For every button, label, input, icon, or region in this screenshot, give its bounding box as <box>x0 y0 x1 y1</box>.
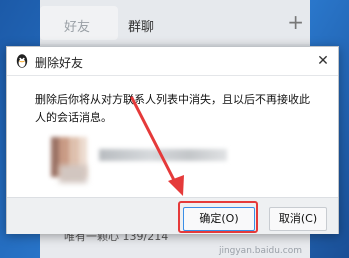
dialog-message: 删除后你将从对方联系人列表中消失，且以后不再接收此人的会话消息。 <box>35 93 310 124</box>
contacts-tab-bar: 好友 群聊 + <box>40 0 310 44</box>
tab-groups[interactable]: 群聊 <box>128 16 154 35</box>
blurred-friend-name <box>99 149 227 161</box>
cancel-button[interactable]: 取消(C) <box>269 207 327 231</box>
blurred-avatar-lower <box>59 165 87 183</box>
close-icon[interactable]: ✕ <box>312 50 334 72</box>
highlight-box <box>178 201 258 233</box>
plus-icon[interactable]: + <box>287 12 304 32</box>
tab-friends[interactable]: 好友 <box>64 16 90 35</box>
dialog-title: 删除好友 <box>35 56 84 70</box>
qq-penguin-icon <box>16 54 28 68</box>
delete-friend-dialog: 删除好友 ✕ 删除后你将从对方联系人列表中消失，且以后不再接收此人的会话消息。 … <box>6 46 339 234</box>
dialog-titlebar: 删除好友 ✕ <box>7 47 338 76</box>
watermark: jingyan.baidu.com <box>218 246 302 256</box>
